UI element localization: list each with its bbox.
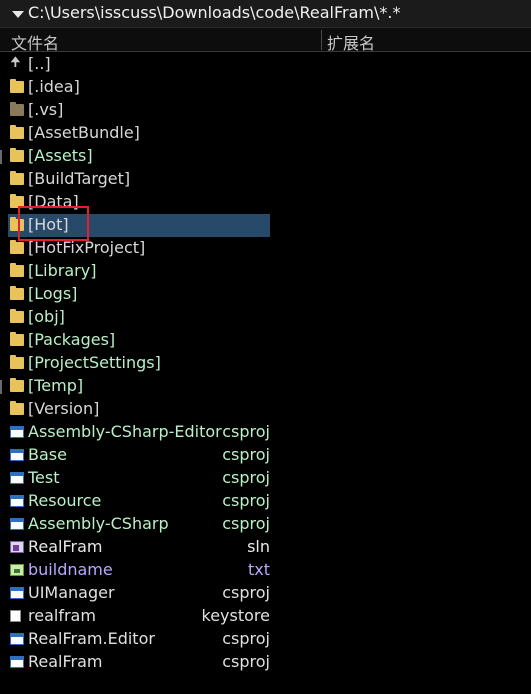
file-extension: csproj <box>222 514 270 533</box>
folder-icon <box>10 79 24 93</box>
file-extension: csproj <box>222 422 270 441</box>
folder-icon <box>10 240 24 254</box>
file-name: Base <box>28 445 67 464</box>
path-bar[interactable]: C:\Users\isscuss\Downloads\code\RealFram… <box>0 0 531 28</box>
file-name: [Assets] <box>28 146 93 165</box>
file-extension: csproj <box>222 629 270 648</box>
file-name: [AssetBundle] <box>28 123 140 142</box>
folder-icon <box>10 125 24 139</box>
folder-icon <box>10 263 24 277</box>
current-path: C:\Users\isscuss\Downloads\code\RealFram… <box>28 3 401 22</box>
txt-file-icon <box>10 564 24 576</box>
path-dropdown-arrow-icon[interactable] <box>12 11 24 18</box>
column-header-name[interactable]: 文件名 <box>11 30 59 54</box>
scroll-marker <box>0 150 2 164</box>
file-row[interactable]: Resource csproj <box>8 490 270 513</box>
document-file-icon <box>10 610 21 622</box>
file-extension: sln <box>247 537 270 556</box>
file-row[interactable]: [Temp] <box>8 375 270 398</box>
column-divider[interactable] <box>321 30 322 50</box>
folder-icon <box>10 332 24 346</box>
folder-icon <box>10 171 24 185</box>
file-name: [BuildTarget] <box>28 169 131 188</box>
csproj-file-icon <box>10 518 24 530</box>
up-arrow-icon: 🠉 <box>10 55 21 70</box>
file-extension: csproj <box>222 491 270 510</box>
file-row[interactable]: [Packages] <box>8 329 270 352</box>
file-row[interactable]: RealFram.Editor csproj <box>8 628 270 651</box>
file-name: [ProjectSettings] <box>28 353 161 372</box>
file-row[interactable]: buildname txt <box>8 559 270 582</box>
file-row[interactable]: [obj] <box>8 306 270 329</box>
file-name: [Temp] <box>28 376 84 395</box>
csproj-file-icon <box>10 449 24 461</box>
file-row[interactable]: Assembly-CSharp-Editor csproj <box>8 421 270 444</box>
file-row[interactable]: [Version] <box>8 398 270 421</box>
folder-icon <box>10 309 24 323</box>
file-row[interactable]: [.idea] <box>8 76 270 99</box>
file-name: [obj] <box>28 307 65 326</box>
file-row[interactable]: [Assets] <box>8 145 270 168</box>
column-header: 文件名 扩展名 <box>0 28 531 54</box>
file-row[interactable]: Assembly-CSharp csproj <box>8 513 270 536</box>
file-row[interactable]: RealFram sln <box>8 536 270 559</box>
file-row[interactable]: RealFram csproj <box>8 651 270 674</box>
folder-icon <box>10 148 24 162</box>
file-name: Test <box>28 468 60 487</box>
scroll-marker <box>0 380 2 394</box>
folder-icon <box>10 401 24 415</box>
folder-icon <box>10 286 24 300</box>
file-name: Assembly-CSharp-Editor <box>28 422 222 441</box>
file-name: realfram <box>28 606 96 625</box>
file-row[interactable]: realfram keystore <box>8 605 270 628</box>
csproj-file-icon <box>10 472 24 484</box>
file-row[interactable]: 🠉 [..] <box>8 53 270 76</box>
file-name: buildname <box>28 560 113 579</box>
file-name: [.vs] <box>28 100 64 119</box>
file-name: [Version] <box>28 399 100 418</box>
file-extension: txt <box>247 560 270 579</box>
file-name: Assembly-CSharp <box>28 514 169 533</box>
file-name: RealFram <box>28 652 103 671</box>
folder-icon <box>10 378 24 392</box>
csproj-file-icon <box>10 633 24 645</box>
file-extension: keystore <box>201 606 270 625</box>
file-name: RealFram.Editor <box>28 629 155 648</box>
hidden-folder-icon <box>10 102 24 116</box>
csproj-file-icon <box>10 426 24 438</box>
file-name: RealFram <box>28 537 103 556</box>
file-name: [Logs] <box>28 284 78 303</box>
file-row[interactable]: Base csproj <box>8 444 270 467</box>
file-row[interactable]: Test csproj <box>8 467 270 490</box>
file-name: [Library] <box>28 261 97 280</box>
file-row[interactable]: [.vs] <box>8 99 270 122</box>
file-name: UIManager <box>28 583 115 602</box>
file-extension: csproj <box>222 652 270 671</box>
file-name: [Packages] <box>28 330 116 349</box>
file-row[interactable]: UIManager csproj <box>8 582 270 605</box>
file-row[interactable]: [ProjectSettings] <box>8 352 270 375</box>
file-name: [..] <box>28 54 51 73</box>
file-extension: csproj <box>222 583 270 602</box>
file-row[interactable]: [AssetBundle] <box>8 122 270 145</box>
file-name: [.idea] <box>28 77 80 96</box>
csproj-file-icon <box>10 495 24 507</box>
file-extension: csproj <box>222 445 270 464</box>
file-extension: csproj <box>222 468 270 487</box>
highlight-annotation-box <box>18 206 89 241</box>
file-row[interactable]: [Library] <box>8 260 270 283</box>
column-header-ext[interactable]: 扩展名 <box>327 30 375 54</box>
folder-icon <box>10 355 24 369</box>
csproj-file-icon <box>10 587 24 599</box>
file-row[interactable]: [BuildTarget] <box>8 168 270 191</box>
file-row[interactable]: [Logs] <box>8 283 270 306</box>
sln-file-icon <box>10 541 24 553</box>
csproj-file-icon <box>10 656 24 668</box>
file-name: Resource <box>28 491 102 510</box>
